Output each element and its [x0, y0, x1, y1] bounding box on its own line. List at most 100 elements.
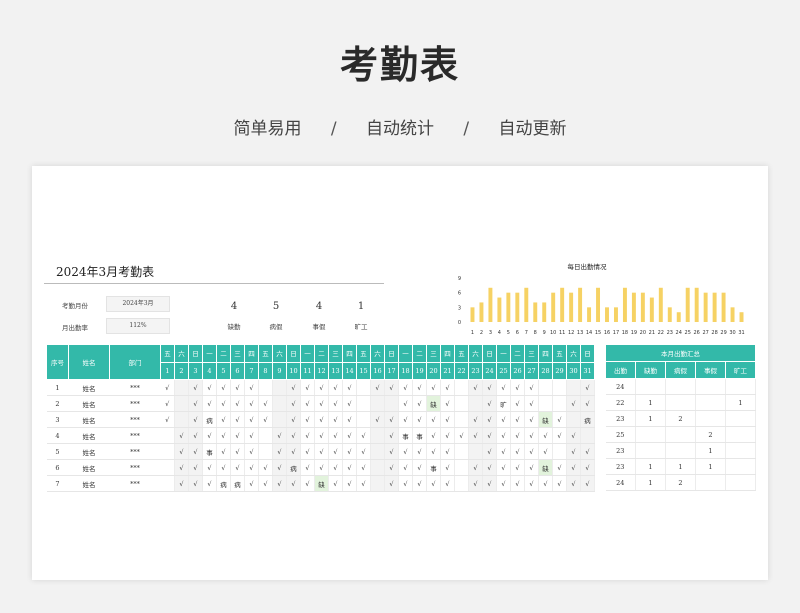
- day-cell[interactable]: √: [328, 411, 343, 428]
- day-cell[interactable]: √: [496, 427, 511, 444]
- employee-dept[interactable]: ***: [109, 395, 161, 412]
- day-cell[interactable]: √: [482, 379, 497, 396]
- day-cell[interactable]: √: [412, 443, 427, 460]
- day-cell[interactable]: 病: [286, 459, 301, 476]
- day-cell[interactable]: √: [342, 443, 357, 460]
- day-cell[interactable]: √: [342, 475, 357, 492]
- day-cell[interactable]: √: [468, 411, 483, 428]
- day-cell[interactable]: √: [510, 475, 525, 492]
- day-cell[interactable]: 事: [398, 427, 413, 444]
- day-cell[interactable]: √: [286, 395, 301, 412]
- day-cell[interactable]: √: [216, 395, 231, 412]
- day-cell[interactable]: 缺: [426, 395, 441, 412]
- employee-name[interactable]: 姓名: [68, 411, 110, 428]
- day-cell[interactable]: √: [258, 459, 273, 476]
- day-cell[interactable]: √: [342, 459, 357, 476]
- day-cell[interactable]: √: [398, 459, 413, 476]
- day-cell[interactable]: √: [552, 459, 567, 476]
- day-cell[interactable]: √: [566, 475, 581, 492]
- day-cell[interactable]: √: [426, 427, 441, 444]
- day-cell[interactable]: √: [482, 459, 497, 476]
- day-cell[interactable]: √: [510, 427, 525, 444]
- day-cell[interactable]: √: [342, 379, 357, 396]
- day-cell[interactable]: √: [202, 459, 217, 476]
- day-cell[interactable]: √: [258, 395, 273, 412]
- day-cell[interactable]: √: [314, 459, 329, 476]
- day-cell[interactable]: √: [384, 475, 399, 492]
- day-cell[interactable]: [566, 379, 581, 396]
- day-cell[interactable]: √: [552, 411, 567, 428]
- day-cell[interactable]: √: [328, 459, 343, 476]
- day-cell[interactable]: 事: [412, 427, 427, 444]
- day-cell[interactable]: √: [384, 411, 399, 428]
- row-index[interactable]: 3: [46, 411, 69, 428]
- day-cell[interactable]: √: [468, 427, 483, 444]
- row-index[interactable]: 2: [46, 395, 69, 412]
- day-cell[interactable]: √: [202, 395, 217, 412]
- day-cell[interactable]: √: [426, 475, 441, 492]
- employee-dept[interactable]: ***: [109, 411, 161, 428]
- day-cell[interactable]: √: [314, 395, 329, 412]
- day-cell[interactable]: √: [300, 379, 315, 396]
- day-cell[interactable]: [174, 395, 189, 412]
- day-cell[interactable]: [370, 459, 385, 476]
- day-cell[interactable]: √: [230, 427, 245, 444]
- employee-dept[interactable]: ***: [109, 459, 161, 476]
- day-cell[interactable]: 病: [580, 411, 595, 428]
- day-cell[interactable]: [552, 395, 567, 412]
- day-cell[interactable]: [160, 475, 175, 492]
- day-cell[interactable]: √: [216, 427, 231, 444]
- day-cell[interactable]: √: [300, 459, 315, 476]
- day-cell[interactable]: √: [398, 443, 413, 460]
- day-cell[interactable]: √: [440, 443, 455, 460]
- day-cell[interactable]: √: [482, 427, 497, 444]
- day-cell[interactable]: √: [328, 395, 343, 412]
- employee-name[interactable]: 姓名: [68, 443, 110, 460]
- day-cell[interactable]: √: [510, 443, 525, 460]
- day-cell[interactable]: √: [468, 459, 483, 476]
- day-cell[interactable]: √: [230, 379, 245, 396]
- day-cell[interactable]: √: [524, 475, 539, 492]
- employee-dept[interactable]: ***: [109, 443, 161, 460]
- day-cell[interactable]: √: [230, 395, 245, 412]
- day-cell[interactable]: 缺: [538, 459, 553, 476]
- day-cell[interactable]: √: [342, 427, 357, 444]
- day-cell[interactable]: √: [482, 475, 497, 492]
- day-cell[interactable]: √: [300, 443, 315, 460]
- day-cell[interactable]: √: [496, 379, 511, 396]
- day-cell[interactable]: √: [188, 459, 203, 476]
- employee-name[interactable]: 姓名: [68, 427, 110, 444]
- day-cell[interactable]: [272, 379, 287, 396]
- day-cell[interactable]: √: [258, 475, 273, 492]
- day-cell[interactable]: √: [272, 443, 287, 460]
- day-cell[interactable]: √: [230, 459, 245, 476]
- day-cell[interactable]: √: [328, 443, 343, 460]
- day-cell[interactable]: √: [314, 411, 329, 428]
- day-cell[interactable]: √: [538, 427, 553, 444]
- day-cell[interactable]: 旷: [496, 395, 511, 412]
- day-cell[interactable]: √: [328, 475, 343, 492]
- day-cell[interactable]: √: [538, 475, 553, 492]
- day-cell[interactable]: √: [286, 475, 301, 492]
- day-cell[interactable]: √: [496, 443, 511, 460]
- day-cell[interactable]: √: [412, 395, 427, 412]
- day-cell[interactable]: [468, 443, 483, 460]
- day-cell[interactable]: √: [202, 379, 217, 396]
- day-cell[interactable]: √: [398, 411, 413, 428]
- day-cell[interactable]: √: [272, 475, 287, 492]
- day-cell[interactable]: √: [216, 411, 231, 428]
- day-cell[interactable]: √: [496, 475, 511, 492]
- day-cell[interactable]: √: [440, 411, 455, 428]
- employee-dept[interactable]: ***: [109, 379, 161, 396]
- day-cell[interactable]: [160, 459, 175, 476]
- day-cell[interactable]: √: [202, 427, 217, 444]
- day-cell[interactable]: √: [300, 395, 315, 412]
- day-cell[interactable]: √: [552, 427, 567, 444]
- day-cell[interactable]: √: [356, 443, 371, 460]
- day-cell[interactable]: √: [412, 475, 427, 492]
- day-cell[interactable]: √: [412, 459, 427, 476]
- day-cell[interactable]: √: [188, 379, 203, 396]
- day-cell[interactable]: √: [216, 443, 231, 460]
- day-cell[interactable]: √: [244, 427, 259, 444]
- day-cell[interactable]: 事: [202, 443, 217, 460]
